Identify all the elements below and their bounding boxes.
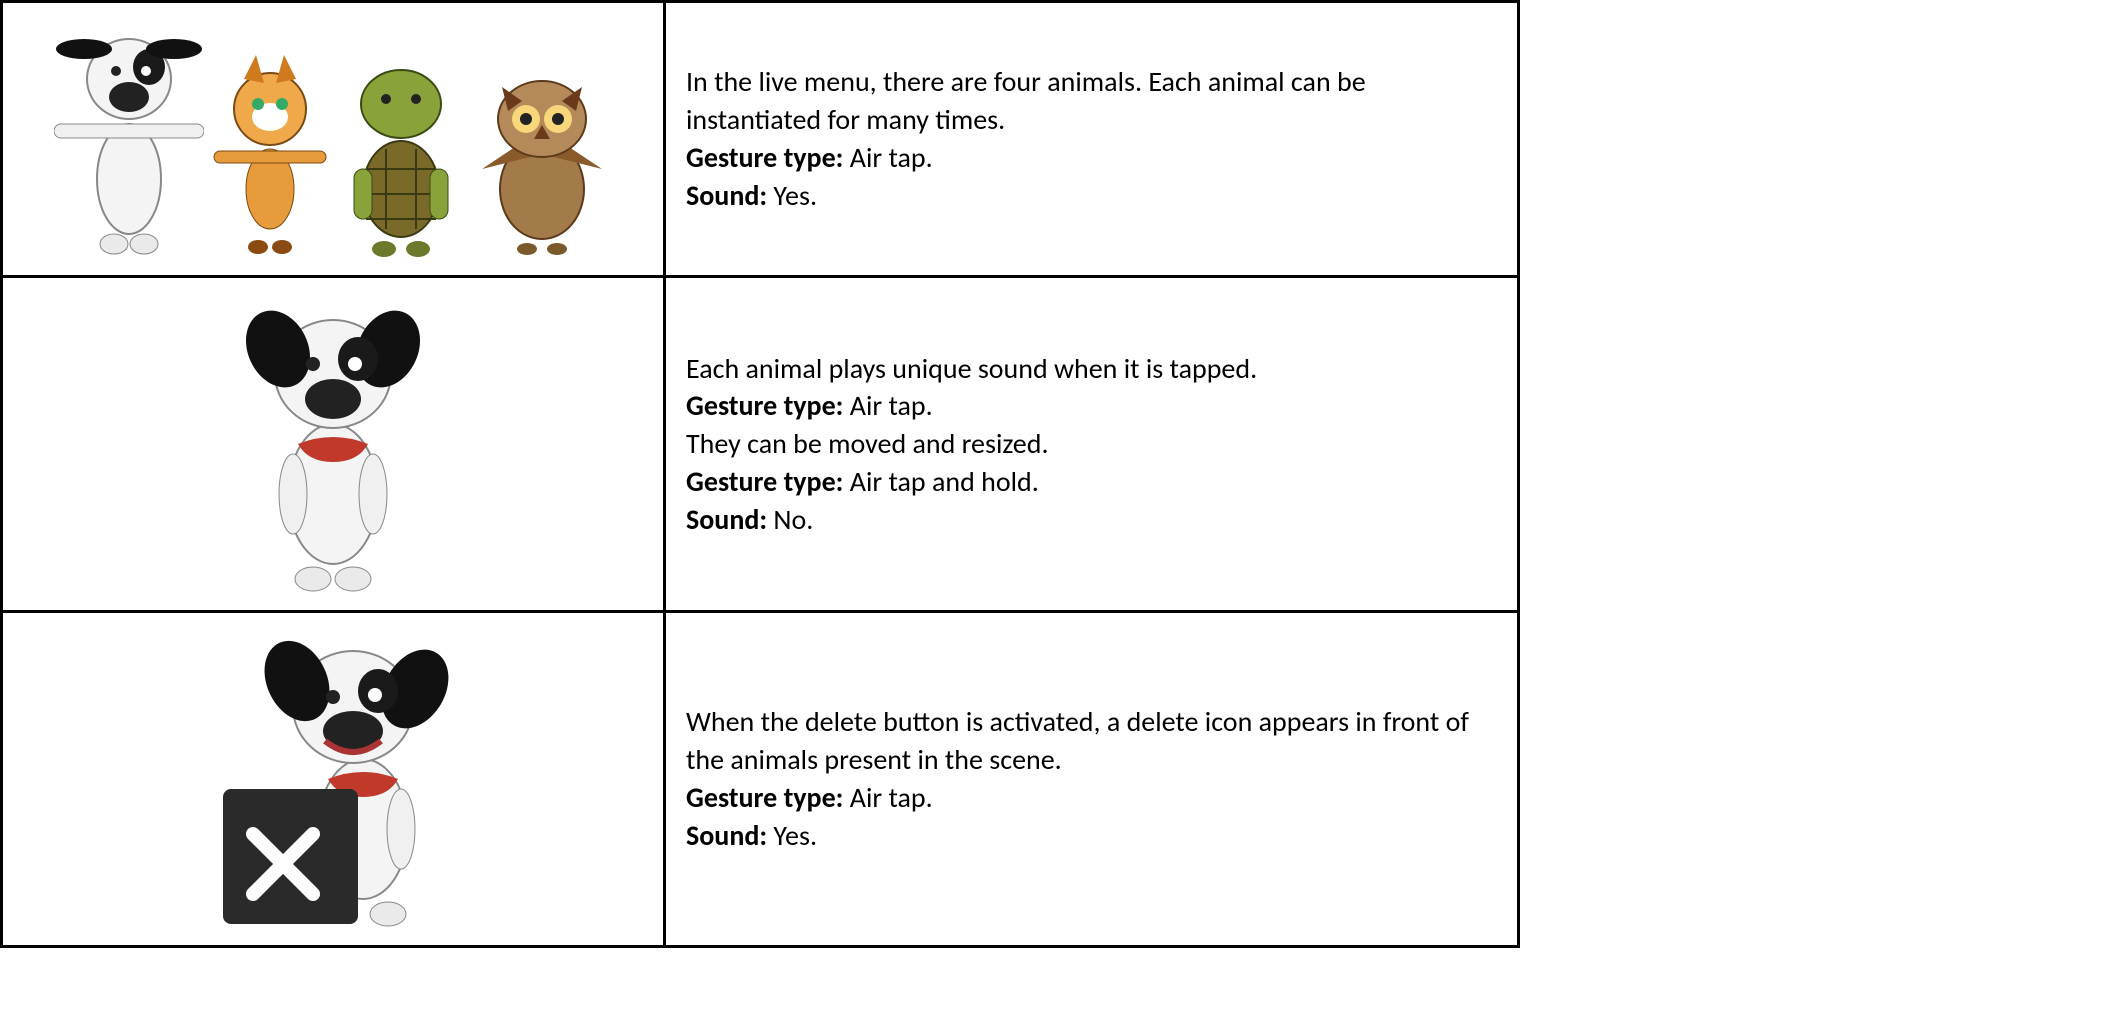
- text-line: When the delete button is activated, a d…: [686, 703, 1497, 779]
- text-line: Each animal plays unique sound when it i…: [686, 350, 1497, 388]
- text-line: Gesture type: Air tap and hold.: [686, 463, 1497, 501]
- row2-image-cell: [2, 277, 665, 612]
- dog-with-delete-icon: [193, 629, 473, 929]
- text-line: Gesture type: Air tap.: [686, 139, 1497, 177]
- turtle-icon: [336, 49, 466, 259]
- feature-table: In the live menu, there are four animals…: [0, 0, 1520, 948]
- text-line: They can be moved and resized.: [686, 425, 1497, 463]
- row1-text-cell: In the live menu, there are four animals…: [665, 2, 1519, 277]
- owl-icon: [472, 59, 612, 259]
- row3-text-cell: When the delete button is activated, a d…: [665, 612, 1519, 947]
- table-row: When the delete button is activated, a d…: [2, 612, 1519, 947]
- table-row: Each animal plays unique sound when it i…: [2, 277, 1519, 612]
- text-line: In the live menu, there are four animals…: [686, 63, 1497, 139]
- text-line: Sound: No.: [686, 501, 1497, 539]
- dog-icon: [54, 19, 204, 259]
- animal-lineup: [23, 19, 643, 259]
- text-line: Sound: Yes.: [686, 177, 1497, 215]
- dog-standing-icon: [223, 294, 443, 594]
- row1-image-cell: [2, 2, 665, 277]
- cat-icon: [210, 49, 330, 259]
- row2-text-cell: Each animal plays unique sound when it i…: [665, 277, 1519, 612]
- text-line: Gesture type: Air tap.: [686, 779, 1497, 817]
- text-line: Sound: Yes.: [686, 817, 1497, 855]
- row3-image-cell: [2, 612, 665, 947]
- table-row: In the live menu, there are four animals…: [2, 2, 1519, 277]
- text-line: Gesture type: Air tap.: [686, 387, 1497, 425]
